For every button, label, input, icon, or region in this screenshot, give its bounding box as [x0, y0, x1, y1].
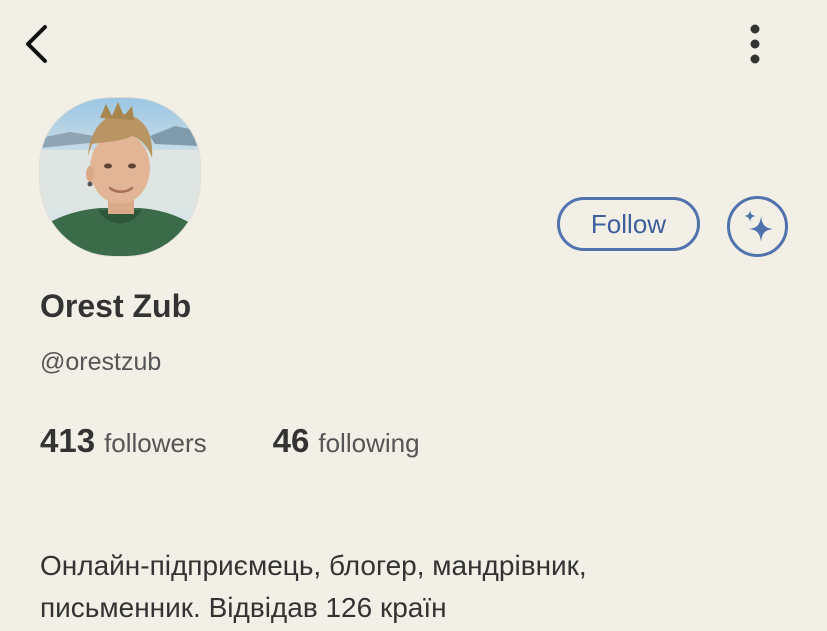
- profile-bio: Онлайн-підприємець, блогер, мандрівник, …: [40, 550, 587, 623]
- following-link[interactable]: 46 following: [273, 422, 420, 460]
- sparkle-button[interactable]: [727, 196, 788, 257]
- vertical-ellipsis-icon: [750, 24, 760, 64]
- followers-count: 413: [40, 422, 96, 459]
- chevron-left-icon: [26, 25, 47, 63]
- more-options-button[interactable]: [735, 20, 775, 68]
- followers-link[interactable]: 413 followers: [40, 422, 207, 460]
- sparkle-icon: [743, 209, 773, 242]
- follow-button[interactable]: Follow: [557, 197, 700, 251]
- avatar-photo: [40, 98, 200, 256]
- back-button[interactable]: [18, 20, 58, 68]
- following-count: 46: [272, 422, 310, 459]
- profile-name: Orest Zub: [40, 288, 192, 324]
- following-label: following: [318, 428, 420, 458]
- profile-stats: 413 followers 46 following: [40, 422, 420, 460]
- avatar[interactable]: [40, 98, 200, 256]
- profile-username: @orestzub: [40, 348, 162, 376]
- followers-label: followers: [104, 428, 207, 458]
